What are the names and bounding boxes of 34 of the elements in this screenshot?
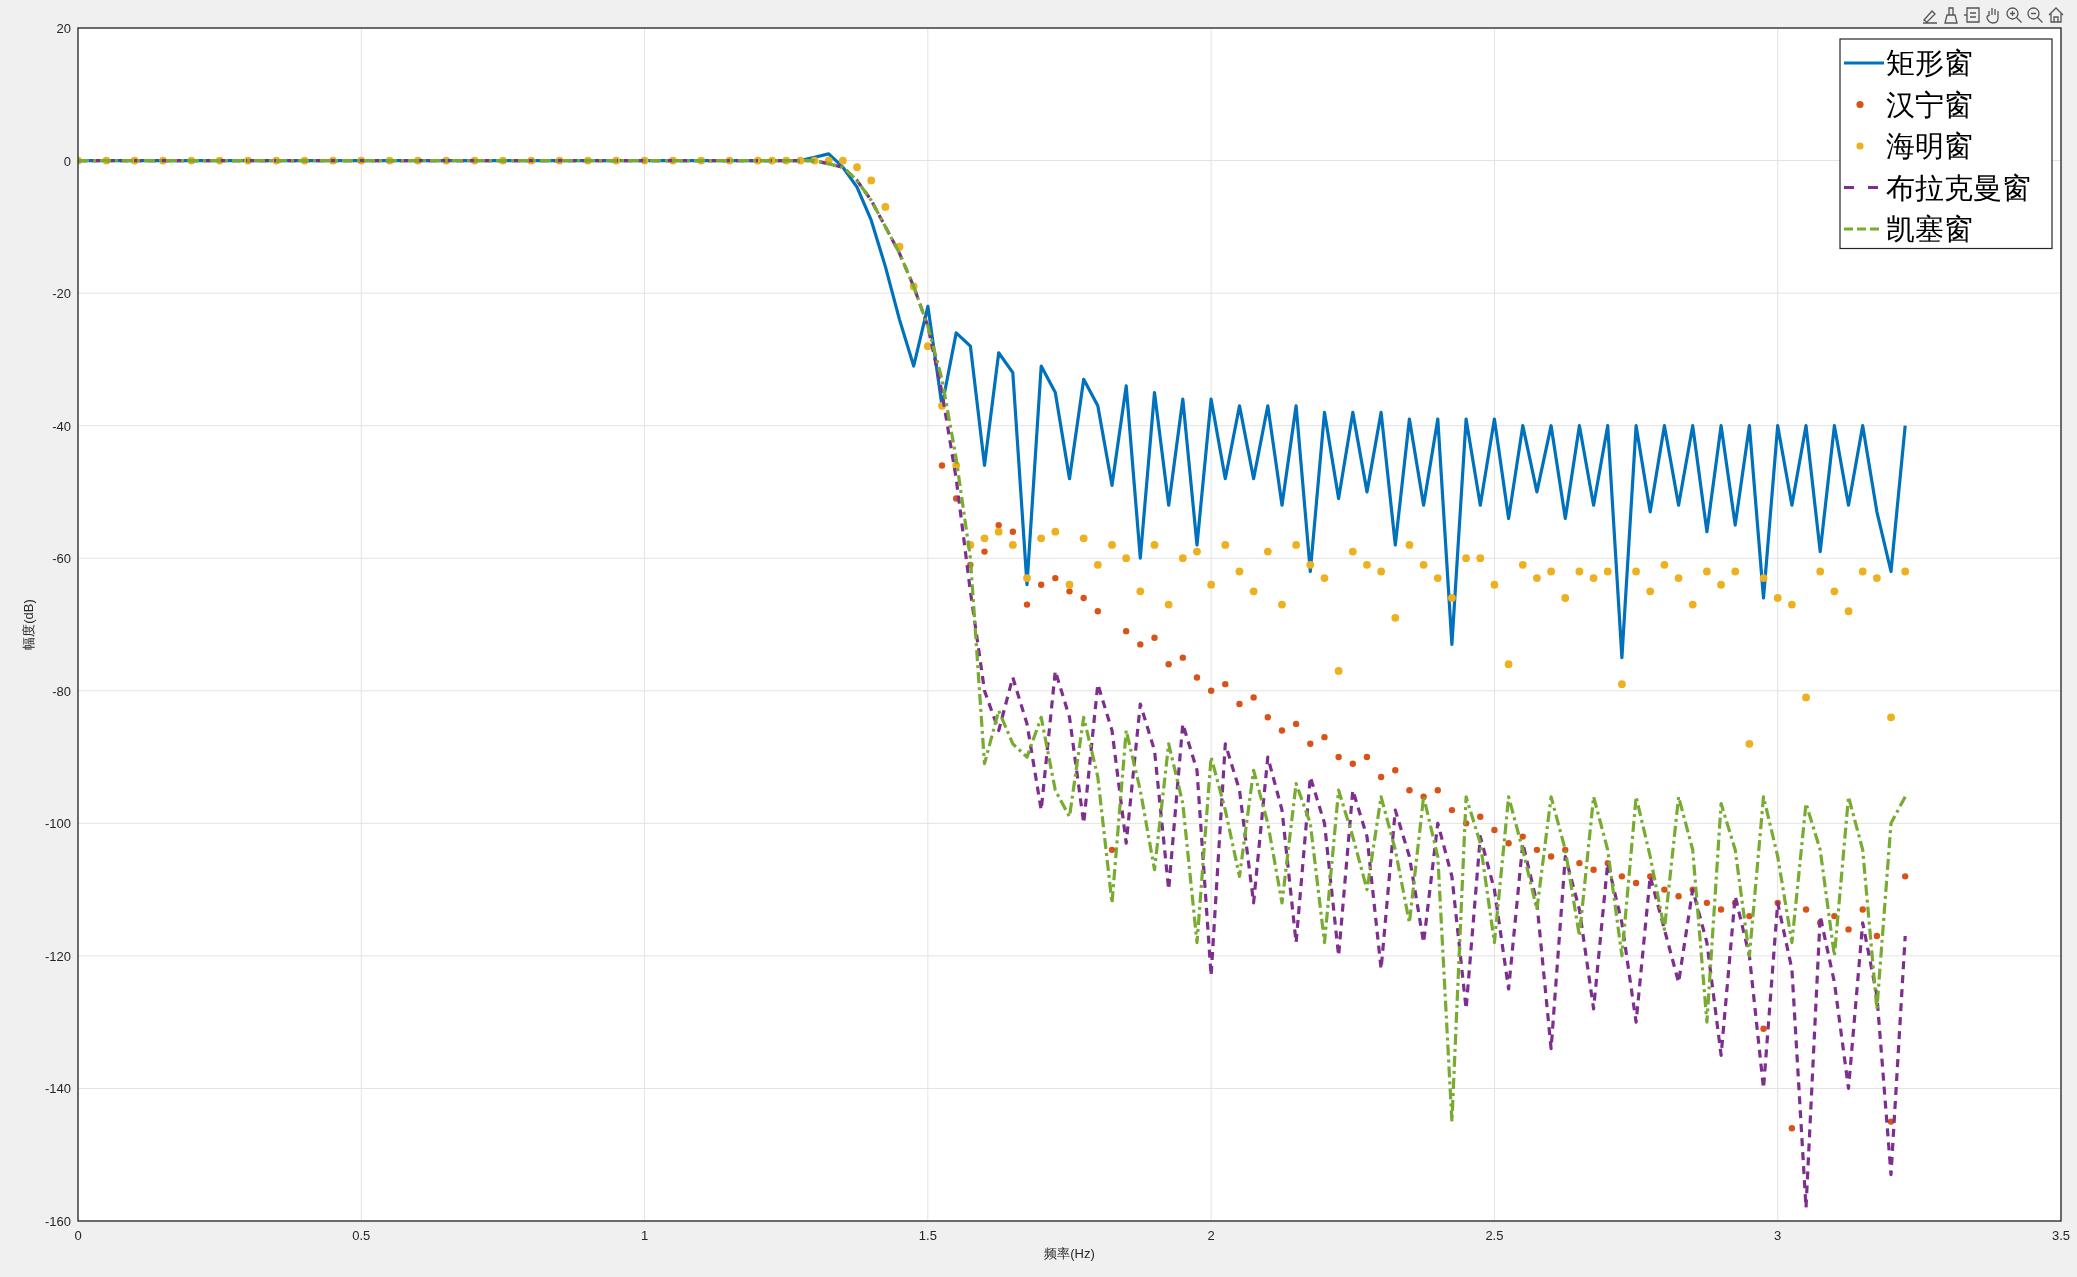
tick-label: -120 xyxy=(44,948,71,964)
legend-line-icon xyxy=(1844,61,1884,65)
panel-icon[interactable] xyxy=(1963,6,1981,24)
tick-label: -20 xyxy=(52,286,71,302)
legend-marker-icon xyxy=(1856,100,1864,109)
legend-label: 凯塞窗 xyxy=(1886,213,1973,245)
tick-label: -140 xyxy=(44,1081,71,1097)
zoom-in-icon[interactable] xyxy=(2005,6,2023,24)
tick-label: 20 xyxy=(56,21,71,36)
tick-label: -160 xyxy=(44,1214,71,1229)
tick-label: 0.5 xyxy=(352,1228,371,1243)
tick-label: 2 xyxy=(1207,1228,1215,1243)
tick-label: 3.5 xyxy=(2051,1228,2071,1243)
tick-label: 0 xyxy=(63,153,71,169)
tick-label: -100 xyxy=(44,816,71,832)
axis-label: 幅度(dB) xyxy=(21,599,36,650)
legend-label: 汉宁窗 xyxy=(1886,88,1973,121)
tick-label: -60 xyxy=(52,551,71,567)
tick-label: 3 xyxy=(1774,1228,1782,1243)
tick-label: 1.5 xyxy=(918,1228,937,1243)
tick-label: -40 xyxy=(52,418,71,434)
tick-label: 0 xyxy=(74,1228,82,1243)
legend-label: 海明窗 xyxy=(1886,130,1973,162)
home-icon[interactable] xyxy=(2047,6,2065,24)
legend-label: 布拉克曼窗 xyxy=(1886,171,2031,204)
hand-icon[interactable] xyxy=(1984,6,2002,24)
tick-label: 2.5 xyxy=(1485,1228,1504,1243)
legend-marker-icon xyxy=(1856,142,1864,150)
zoom-out-icon[interactable] xyxy=(2026,6,2044,24)
brush-icon[interactable] xyxy=(1942,6,1960,24)
tick-label: -80 xyxy=(52,683,71,699)
tick-label: 1 xyxy=(640,1228,649,1243)
axis-label: 频率(Hz) xyxy=(1044,1246,1095,1261)
legend-label: 矩形窗 xyxy=(1886,47,1973,79)
